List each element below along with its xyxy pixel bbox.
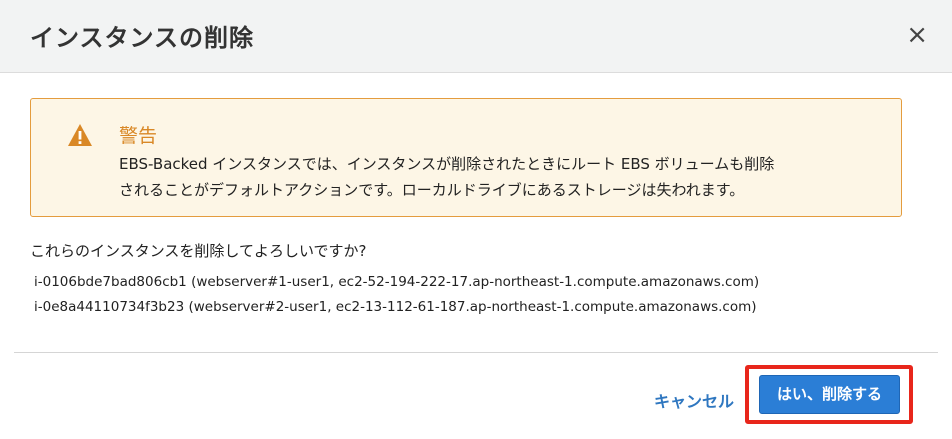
warning-triangle-icon bbox=[68, 124, 92, 146]
dialog-header: インスタンスの削除 × bbox=[0, 0, 952, 73]
delete-instance-dialog: インスタンスの削除 × 警告 EBS-Backed インスタンスでは、インスタン… bbox=[0, 0, 952, 439]
footer-divider bbox=[14, 352, 938, 353]
dialog-title: インスタンスの削除 bbox=[30, 24, 255, 52]
warning-line-1: EBS-Backed インスタンスでは、インスタンスが削除されたときにルート E… bbox=[119, 155, 775, 173]
instance-list: i-0106bde7bad806cb1 (webserver#1-user1, … bbox=[34, 270, 759, 320]
warning-box: 警告 EBS-Backed インスタンスでは、インスタンスが削除されたときにルー… bbox=[30, 98, 902, 217]
warning-line-2: されることがデフォルトアクションです。ローカルドライブにあるストレージは失われま… bbox=[119, 181, 745, 199]
warning-message: EBS-Backed インスタンスでは、インスタンスが削除されたときにルート E… bbox=[119, 151, 899, 203]
warning-title: 警告 bbox=[119, 125, 158, 147]
highlight-box: はい、削除する bbox=[745, 365, 913, 424]
instance-item: i-0e8a44110734f3b23 (webserver#2-user1, … bbox=[34, 299, 757, 315]
confirm-delete-button[interactable]: はい、削除する bbox=[759, 375, 900, 414]
close-icon[interactable]: × bbox=[906, 20, 928, 50]
confirm-question: これらのインスタンスを削除してよろしいですか? bbox=[30, 242, 367, 260]
cancel-button[interactable]: キャンセル bbox=[654, 388, 734, 412]
instance-item: i-0106bde7bad806cb1 (webserver#1-user1, … bbox=[34, 274, 760, 290]
